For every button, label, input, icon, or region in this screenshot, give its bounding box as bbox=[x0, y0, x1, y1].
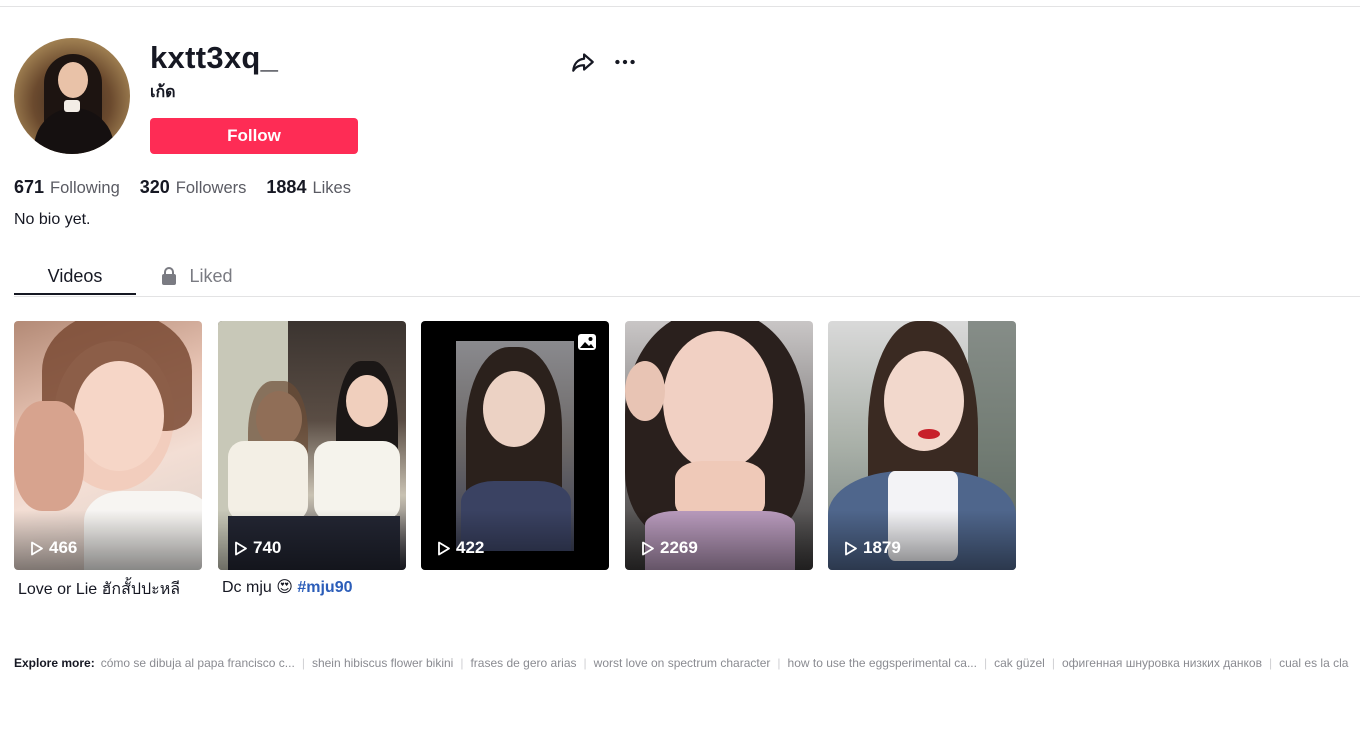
lock-icon bbox=[162, 267, 177, 285]
play-icon bbox=[845, 541, 857, 555]
explore-link[interactable]: cual es la cla bbox=[1279, 656, 1348, 670]
explore-link[interactable]: cak güzel bbox=[994, 656, 1045, 670]
explore-link[interactable]: worst love on spectrum character bbox=[594, 656, 771, 670]
explore-link[interactable]: shein hibiscus flower bikini bbox=[312, 656, 453, 670]
view-count-value: 1879 bbox=[863, 538, 901, 557]
separator: | bbox=[460, 656, 464, 670]
explore-link[interactable]: cómo se dibuja al papa francisco c... bbox=[101, 656, 295, 670]
video-thumbnail[interactable]: 466 bbox=[14, 321, 202, 570]
view-count: 422 bbox=[437, 538, 484, 558]
view-count: 740 bbox=[234, 538, 281, 558]
tab-liked[interactable]: Liked bbox=[136, 256, 258, 296]
following-count: 671 bbox=[14, 177, 45, 197]
explore-heading: Explore more: bbox=[14, 656, 95, 670]
explore-link[interactable]: офигенная шнуровка низких данков bbox=[1062, 656, 1262, 670]
tab-videos[interactable]: Videos bbox=[14, 256, 136, 296]
bio-text: No bio yet. bbox=[14, 211, 91, 228]
top-divider bbox=[0, 6, 1360, 7]
video-thumbnail[interactable]: 2269 bbox=[625, 321, 813, 570]
profile-tabs: Videos Liked bbox=[14, 256, 1360, 297]
following-label: Following bbox=[50, 179, 120, 197]
followers-label: Followers bbox=[175, 179, 247, 197]
view-count: 466 bbox=[30, 538, 77, 558]
separator: | bbox=[301, 656, 305, 670]
view-count: 1879 bbox=[844, 538, 901, 558]
followers-count: 320 bbox=[139, 177, 170, 197]
video-thumbnail[interactable]: 1879 bbox=[828, 321, 1016, 570]
share-icon[interactable] bbox=[570, 49, 596, 75]
play-icon bbox=[438, 541, 450, 555]
explore-link[interactable]: how to use the eggsperimental ca... bbox=[788, 656, 977, 670]
video-thumbnail[interactable]: 740 bbox=[218, 321, 406, 570]
video-card[interactable]: 740 Dc mju 😍 #mju90 bbox=[218, 321, 406, 597]
separator: | bbox=[1051, 656, 1055, 670]
more-options-icon[interactable] bbox=[612, 49, 638, 75]
video-thumbnail[interactable]: 422 bbox=[421, 321, 609, 570]
play-icon bbox=[31, 541, 43, 555]
tab-liked-label: Liked bbox=[189, 265, 233, 286]
follow-button[interactable]: Follow bbox=[150, 118, 358, 154]
separator: | bbox=[983, 656, 988, 670]
likes-stat: 1884 Likes bbox=[266, 177, 351, 198]
video-card[interactable]: 422 bbox=[421, 321, 609, 570]
play-icon bbox=[642, 541, 654, 555]
view-count-value: 740 bbox=[253, 538, 282, 557]
video-card[interactable]: 2269 bbox=[625, 321, 813, 570]
tab-videos-label: Videos bbox=[47, 265, 103, 286]
avatar[interactable] bbox=[14, 38, 130, 154]
followers-stat[interactable]: 320 Followers bbox=[140, 177, 247, 198]
play-icon bbox=[235, 541, 247, 555]
profile-stats: 671 Following 320 Followers 1884 Likes bbox=[14, 177, 371, 198]
video-caption-text: Love or Lie ฮักสั้ปปะหลี bbox=[18, 581, 181, 598]
video-caption[interactable]: Dc mju 😍 #mju90 bbox=[218, 577, 406, 597]
view-count-value: 466 bbox=[49, 538, 78, 557]
view-count-value: 422 bbox=[456, 538, 485, 557]
separator: | bbox=[1268, 656, 1273, 670]
nickname: เก้ด bbox=[150, 84, 176, 101]
video-caption[interactable]: Love or Lie ฮักสั้ปปะหลี bbox=[14, 577, 202, 602]
separator: | bbox=[583, 656, 587, 670]
following-stat[interactable]: 671 Following bbox=[14, 177, 120, 198]
video-card[interactable]: 466 Love or Lie ฮักสั้ปปะหลี bbox=[14, 321, 202, 602]
explore-more-bar: Explore more: cómo se dibuja al papa fra… bbox=[14, 656, 1360, 670]
photo-icon bbox=[578, 334, 596, 350]
separator: | bbox=[777, 656, 781, 670]
username: kxtt3xq_ bbox=[150, 40, 279, 75]
view-count-value: 2269 bbox=[660, 538, 698, 557]
view-count: 2269 bbox=[641, 538, 698, 558]
video-caption-text: Dc mju 😍 bbox=[222, 579, 293, 596]
likes-label: Likes bbox=[312, 179, 351, 197]
video-card[interactable]: 1879 bbox=[828, 321, 1016, 570]
active-tab-indicator bbox=[14, 293, 136, 295]
likes-count: 1884 bbox=[266, 177, 307, 197]
hashtag-link[interactable]: #mju90 bbox=[297, 579, 352, 596]
explore-link[interactable]: frases de gero arias bbox=[470, 656, 576, 670]
